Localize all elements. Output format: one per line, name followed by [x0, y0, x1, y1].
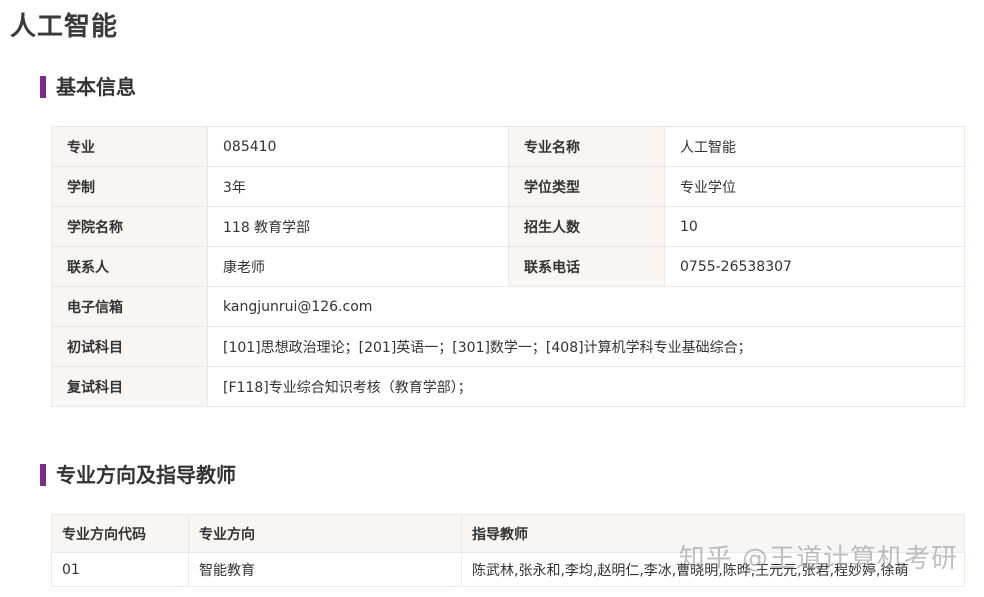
major-name-value: 人工智能 — [664, 126, 965, 167]
contact-value: 康老师 — [207, 246, 509, 287]
college-value: 118 教育学部 — [207, 206, 509, 247]
major-name-label: 专业名称 — [508, 126, 665, 167]
basic-info-table: 专业 085410 专业名称 人工智能 学制 3年 学位类型 专业学位 学院名称… — [51, 126, 965, 407]
table-row: 复试科目 [F118]专业综合知识考核（教育学部）； — [51, 366, 965, 407]
table-row: 初试科目 [101]思想政治理论；[201]英语一；[301]数学一；[408]… — [51, 326, 965, 367]
enrollment-label: 招生人数 — [508, 206, 665, 247]
duration-value: 3年 — [207, 166, 509, 207]
header-direction-code: 专业方向代码 — [51, 514, 189, 553]
phone-value: 0755-26538307 — [664, 246, 965, 287]
contact-label: 联系人 — [51, 246, 208, 287]
table-row: 01 智能教育 陈武林,张永和,李均,赵明仁,李冰,曹晓明,陈晔,王元元,张君,… — [51, 552, 965, 587]
retest-subjects-label: 复试科目 — [51, 366, 208, 407]
table-row: 专业 085410 专业名称 人工智能 — [51, 126, 965, 167]
email-value: kangjunrui@126.com — [207, 286, 965, 327]
directions-table: 专业方向代码 专业方向 指导教师 01 智能教育 陈武林,张永和,李均,赵明仁,… — [51, 514, 965, 587]
major-code-label: 专业 — [51, 126, 208, 167]
prelim-subjects-link[interactable]: [101]思想政治理论；[201]英语一；[301]数学一；[408]计算机学科… — [207, 326, 965, 367]
header-advisors: 指导教师 — [461, 514, 965, 553]
table-row: 电子信箱 kangjunrui@126.com — [51, 286, 965, 327]
table-row: 学院名称 118 教育学部 招生人数 10 — [51, 206, 965, 247]
prelim-subjects-label: 初试科目 — [51, 326, 208, 367]
college-label: 学院名称 — [51, 206, 208, 247]
degree-type-label: 学位类型 — [508, 166, 665, 207]
direction-code-cell: 01 — [51, 552, 189, 587]
duration-label: 学制 — [51, 166, 208, 207]
retest-subjects-link[interactable]: [F118]专业综合知识考核（教育学部）； — [207, 366, 965, 407]
page-title: 人工智能 — [10, 12, 119, 42]
table-row: 联系人 康老师 联系电话 0755-26538307 — [51, 246, 965, 287]
direction-name-cell: 智能教育 — [188, 552, 462, 587]
section-title-directions: 专业方向及指导教师 — [40, 464, 236, 486]
advisors-cell: 陈武林,张永和,李均,赵明仁,李冰,曹晓明,陈晔,王元元,张君,程妙婷,徐萌 — [461, 552, 965, 587]
table-header-row: 专业方向代码 专业方向 指导教师 — [51, 514, 965, 553]
major-code-value: 085410 — [207, 126, 509, 167]
section-title-basic-info: 基本信息 — [40, 76, 136, 98]
header-direction: 专业方向 — [188, 514, 462, 553]
enrollment-value: 10 — [664, 206, 965, 247]
table-row: 学制 3年 学位类型 专业学位 — [51, 166, 965, 207]
phone-label: 联系电话 — [508, 246, 665, 287]
degree-type-value: 专业学位 — [664, 166, 965, 207]
email-label: 电子信箱 — [51, 286, 208, 327]
